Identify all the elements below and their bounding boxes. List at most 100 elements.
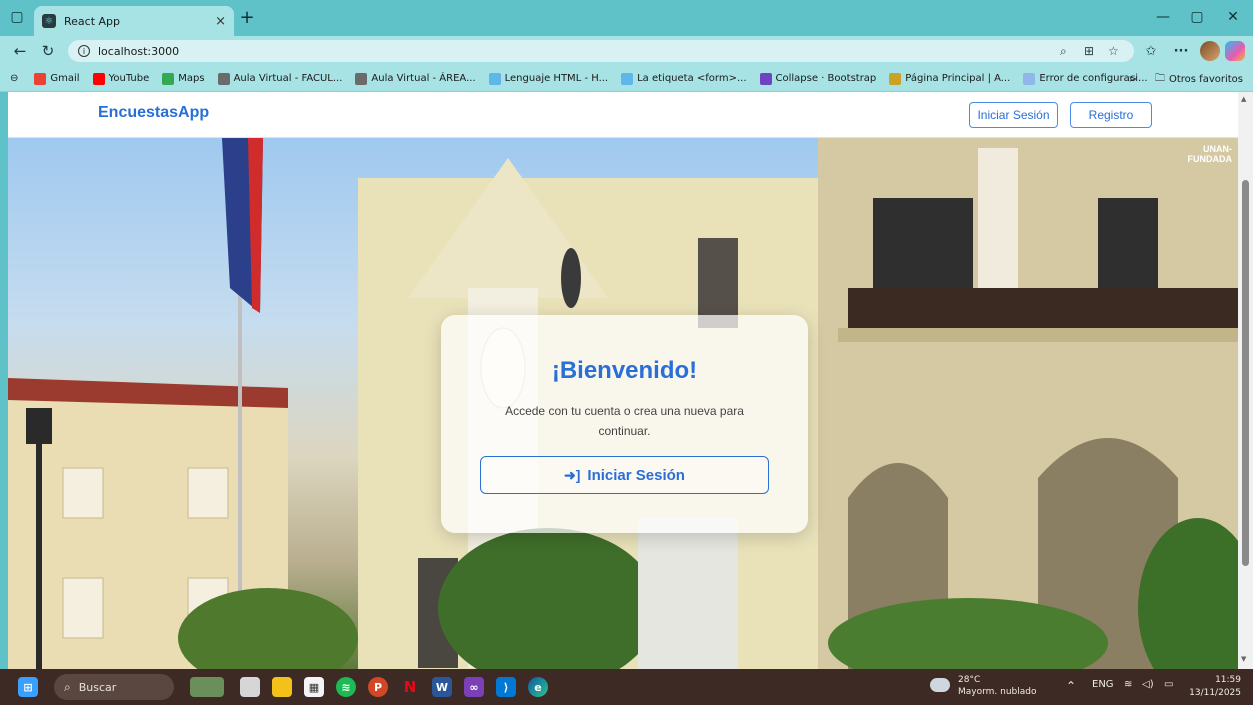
favorite-star-icon[interactable]: ☆ bbox=[1108, 40, 1119, 62]
favorites-icon[interactable]: ✩ bbox=[1140, 41, 1162, 61]
bookmark-item[interactable]: La etiqueta <form>... bbox=[621, 72, 747, 85]
university-badge: UNAN- FUNDADA bbox=[1188, 144, 1233, 164]
taskbar-clock[interactable]: 11:59 13/11/2025 bbox=[1189, 674, 1241, 700]
other-favorites[interactable]: Otros favoritos bbox=[1169, 74, 1243, 85]
tab-actions-icon[interactable]: ▢ bbox=[6, 6, 28, 28]
back-icon[interactable]: ← bbox=[10, 41, 30, 61]
browser-tab[interactable]: ⚛ React App × bbox=[34, 6, 234, 36]
visual-studio-icon[interactable]: ∞ bbox=[464, 677, 484, 697]
app-brand[interactable]: EncuestasApp bbox=[98, 104, 209, 122]
bookmark-label: Aula Virtual - ÁREA... bbox=[371, 73, 476, 84]
windows-taskbar: ⊞ ⌕ Buscar ▦ ≋ P N W ∞ ⟩ e 28°C Mayorm. … bbox=[0, 669, 1253, 705]
bookmark-label: Página Principal | A... bbox=[905, 73, 1011, 84]
task-view-icon[interactable] bbox=[240, 677, 260, 697]
tray-overflow-icon[interactable]: ⌃ bbox=[1066, 679, 1076, 693]
maximize-icon[interactable]: ▢ bbox=[1186, 6, 1208, 28]
netflix-icon[interactable]: N bbox=[400, 677, 420, 697]
welcome-text: Accede con tu cuenta o crea una nueva pa… bbox=[505, 404, 744, 438]
bookmark-item[interactable]: Página Principal | A... bbox=[889, 72, 1011, 85]
scrollbar-thumb[interactable] bbox=[1242, 180, 1249, 566]
language-indicator[interactable]: ENG bbox=[1092, 679, 1114, 690]
welcome-card: ¡Bienvenido! Accede con tu cuenta o crea… bbox=[441, 315, 808, 533]
wifi-icon[interactable]: ≋ bbox=[1124, 679, 1132, 690]
store-icon[interactable]: ▦ bbox=[304, 677, 324, 697]
address-bar[interactable]: i localhost:3000 ⌕ ⊞ ☆ bbox=[68, 40, 1134, 62]
browser-tab-strip: ▢ ⚛ React App × + — ▢ ✕ bbox=[0, 0, 1253, 36]
battery-icon[interactable]: ▭ bbox=[1164, 679, 1173, 690]
split-view-icon[interactable]: ⊞ bbox=[1084, 40, 1094, 62]
bookmark-label: Lenguaje HTML - H... bbox=[504, 73, 609, 84]
sign-in-icon: ➜] bbox=[564, 466, 581, 483]
maps-icon bbox=[162, 72, 175, 85]
gmail-icon bbox=[34, 72, 47, 85]
tab-close-icon[interactable]: × bbox=[215, 14, 226, 29]
bookmark-item[interactable]: Lenguaje HTML - H... bbox=[488, 72, 609, 85]
bookmarks-menu-icon[interactable]: ⊖ bbox=[10, 73, 18, 84]
bookmarks-bar: ⊖ Gmail YouTube Maps Aula Virtual - FACUL..… bbox=[0, 66, 1253, 92]
welcome-title: ¡Bienvenido! bbox=[551, 357, 698, 384]
search-page-icon[interactable]: ⌕ bbox=[1060, 40, 1067, 62]
clock-date: 13/11/2025 bbox=[1189, 688, 1241, 698]
reload-icon[interactable]: ↻ bbox=[38, 41, 58, 61]
start-icon[interactable]: ⊞ bbox=[18, 677, 38, 697]
bookmark-item[interactable]: Gmail bbox=[34, 72, 80, 85]
close-window-icon[interactable]: ✕ bbox=[1222, 6, 1244, 28]
more-menu-icon[interactable]: ··· bbox=[1170, 41, 1192, 61]
copilot-icon[interactable] bbox=[1225, 41, 1245, 61]
aula-icon bbox=[217, 72, 230, 85]
badge-line-2: FUNDADA bbox=[1187, 154, 1233, 164]
bootstrap-icon bbox=[759, 72, 772, 85]
bookmark-label: Aula Virtual - FACUL... bbox=[233, 73, 343, 84]
bookmark-label: Collapse · Bootstrap bbox=[775, 73, 877, 84]
tab-title: React App bbox=[64, 14, 121, 28]
page-viewport: EncuestasApp Iniciar Sesión Registro UNA… bbox=[8, 92, 1253, 669]
search-placeholder: Buscar bbox=[78, 680, 117, 694]
react-favicon-icon: ⚛ bbox=[42, 14, 56, 28]
app-navbar: EncuestasApp Iniciar Sesión Registro bbox=[8, 92, 1238, 138]
bookmark-label: La etiqueta <form>... bbox=[637, 73, 747, 84]
file-explorer-icon[interactable] bbox=[272, 677, 292, 697]
bookmark-item[interactable]: YouTube bbox=[92, 72, 150, 85]
hero-background: UNAN- FUNDADA ¡Bienvenido! Accede con tu… bbox=[8, 138, 1238, 669]
powerpoint-icon[interactable]: P bbox=[368, 677, 388, 697]
login-button[interactable]: ➜] Iniciar Sesión bbox=[480, 456, 769, 494]
spotify-icon[interactable]: ≋ bbox=[336, 677, 356, 697]
bookmark-item[interactable]: Aula Virtual - FACUL... bbox=[217, 72, 343, 85]
page-scrollbar[interactable]: ▲ ▼ bbox=[1238, 92, 1253, 669]
new-tab-icon[interactable]: + bbox=[236, 6, 258, 28]
scroll-down-icon[interactable]: ▼ bbox=[1241, 655, 1246, 663]
youtube-icon bbox=[92, 72, 105, 85]
bookmark-label: Maps bbox=[178, 73, 205, 84]
weather-temp: 28°C bbox=[958, 675, 981, 685]
bookmark-label: YouTube bbox=[108, 73, 150, 84]
badge-line-1: UNAN- bbox=[1203, 144, 1232, 154]
site-info-icon[interactable]: i bbox=[78, 45, 90, 57]
edge-icon[interactable]: e bbox=[528, 677, 548, 697]
search-icon: ⌕ bbox=[64, 679, 71, 694]
scroll-up-icon[interactable]: ▲ bbox=[1241, 95, 1246, 103]
form-icon bbox=[621, 72, 634, 85]
minimize-icon[interactable]: — bbox=[1152, 6, 1174, 28]
bookmark-item[interactable]: Aula Virtual - ÁREA... bbox=[355, 72, 476, 85]
bookmark-item[interactable]: Maps bbox=[162, 72, 205, 85]
volume-icon[interactable]: ◁) bbox=[1142, 679, 1154, 690]
word-icon[interactable]: W bbox=[432, 677, 452, 697]
url-text: localhost:3000 bbox=[98, 44, 180, 58]
vscode-icon[interactable]: ⟩ bbox=[496, 677, 516, 697]
profile-avatar[interactable] bbox=[1200, 41, 1220, 61]
weather-desc: Mayorm. nublado bbox=[958, 687, 1037, 697]
weather-widget[interactable]: 28°C Mayorm. nublado bbox=[930, 674, 1037, 698]
cloud-icon bbox=[930, 678, 950, 692]
clock-time: 11:59 bbox=[1215, 675, 1241, 685]
bookmarks-overflow-icon[interactable]: > bbox=[1129, 74, 1137, 85]
bookmark-label: Gmail bbox=[50, 73, 80, 84]
login-button-label: Iniciar Sesión bbox=[587, 466, 685, 484]
taskbar-search[interactable]: ⌕ Buscar bbox=[54, 674, 174, 700]
html-icon bbox=[488, 72, 501, 85]
page-icon bbox=[889, 72, 902, 85]
nav-register-button[interactable]: Registro bbox=[1070, 102, 1152, 128]
nav-login-button[interactable]: Iniciar Sesión bbox=[969, 102, 1058, 128]
bookmark-item[interactable]: Collapse · Bootstrap bbox=[759, 72, 877, 85]
widgets-icon[interactable] bbox=[190, 677, 224, 697]
folder-icon: 🗀 bbox=[1154, 72, 1165, 84]
